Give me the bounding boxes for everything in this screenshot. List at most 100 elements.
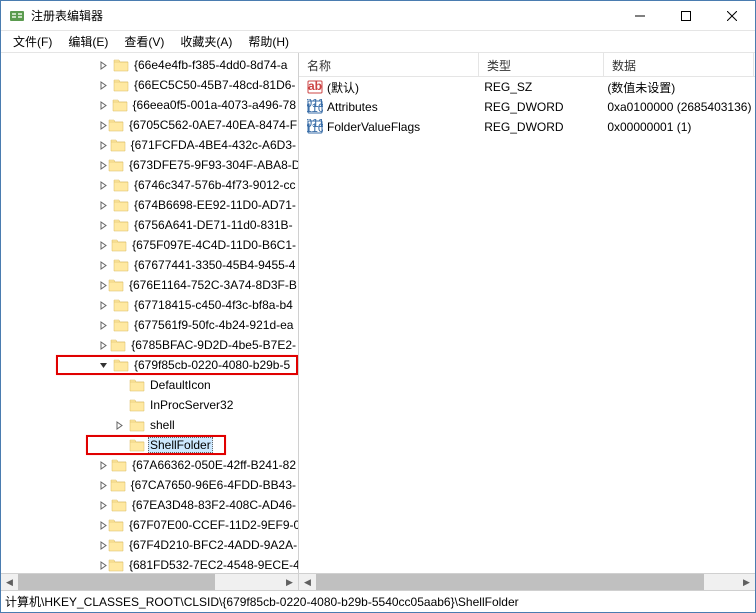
expand-icon[interactable] bbox=[99, 81, 113, 90]
expand-icon[interactable] bbox=[99, 501, 111, 510]
statusbar: 计算机\HKEY_CLASSES_ROOT\CLSID\{679f85cb-02… bbox=[1, 590, 755, 612]
collapse-icon[interactable] bbox=[99, 361, 113, 370]
tree-item[interactable]: {66EC5C50-45B7-48cd-81D6- bbox=[1, 75, 298, 95]
scroll-left-arrow[interactable]: ◀ bbox=[1, 574, 18, 590]
tree-item[interactable]: {679f85cb-0220-4080-b29b-5 bbox=[1, 355, 298, 375]
tree-item[interactable]: {67EA3D48-83F2-408C-AD46- bbox=[1, 495, 298, 515]
tree-item[interactable]: {671FCFDA-4BE4-432c-A6D3- bbox=[1, 135, 298, 155]
expand-icon[interactable] bbox=[99, 141, 110, 150]
tree-item[interactable]: {681FD532-7EC2-4548-9ECE-4 bbox=[1, 555, 298, 573]
content: {66e4e4fb-f385-4dd0-8d74-a {66EC5C50-45B7… bbox=[1, 53, 755, 590]
tree-item[interactable]: {67718415-c450-4f3c-bf8a-b4 bbox=[1, 295, 298, 315]
tree-item-label: {6705C562-0AE7-40EA-8474-F bbox=[127, 118, 298, 132]
tree-item-label: InProcServer32 bbox=[148, 398, 235, 412]
expand-icon[interactable] bbox=[99, 161, 108, 170]
tree-item[interactable]: {673DFE75-9F93-304F-ABA8-D bbox=[1, 155, 298, 175]
menu-favorites[interactable]: 收藏夹(A) bbox=[174, 31, 238, 52]
cell-type: REG_DWORD bbox=[480, 120, 603, 134]
cell-name: 011110FolderValueFlags bbox=[303, 119, 480, 135]
value-name-label: (默认) bbox=[327, 79, 359, 96]
tree-item[interactable]: {66e4e4fb-f385-4dd0-8d74-a bbox=[1, 55, 298, 75]
tree-item[interactable]: {676E1164-752C-3A74-8D3F-B bbox=[1, 275, 298, 295]
tree-item[interactable]: {67F4D210-BFC2-4ADD-9A2A- bbox=[1, 535, 298, 555]
app-icon bbox=[9, 8, 25, 24]
minimize-button[interactable] bbox=[617, 1, 663, 30]
menu-help[interactable]: 帮助(H) bbox=[242, 31, 295, 52]
list-body[interactable]: ab(默认)REG_SZ(数值未设置)011110AttributesREG_D… bbox=[299, 77, 755, 573]
expand-icon[interactable] bbox=[115, 421, 129, 430]
binary-value-icon: 011110 bbox=[307, 99, 323, 115]
tree-item[interactable]: {6705C562-0AE7-40EA-8474-F bbox=[1, 115, 298, 135]
column-data[interactable]: 数据 bbox=[604, 53, 754, 76]
folder-icon bbox=[110, 338, 126, 352]
tree-item-label: {6756A641-DE71-11d0-831B- bbox=[132, 218, 295, 232]
tree-item[interactable]: ShellFolder bbox=[1, 435, 298, 455]
tree-item[interactable]: {675F097E-4C4D-11D0-B6C1- bbox=[1, 235, 298, 255]
scroll-right-arrow[interactable]: ▶ bbox=[738, 574, 755, 590]
tree[interactable]: {66e4e4fb-f385-4dd0-8d74-a {66EC5C50-45B7… bbox=[1, 53, 298, 573]
expand-icon[interactable] bbox=[99, 301, 113, 310]
tree-item[interactable]: {67F07E00-CCEF-11D2-9EF9-0 bbox=[1, 515, 298, 535]
expand-icon[interactable] bbox=[99, 341, 110, 350]
expand-icon[interactable] bbox=[99, 261, 113, 270]
expand-icon[interactable] bbox=[99, 521, 108, 530]
expand-icon[interactable] bbox=[99, 481, 110, 490]
folder-icon bbox=[108, 158, 124, 172]
expand-icon[interactable] bbox=[99, 181, 113, 190]
tree-item[interactable]: DefaultIcon bbox=[1, 375, 298, 395]
tree-item[interactable]: {67A66362-050E-42ff-B241-82 bbox=[1, 455, 298, 475]
svg-text:110: 110 bbox=[307, 121, 323, 135]
expand-icon[interactable] bbox=[99, 61, 113, 70]
folder-icon bbox=[110, 138, 126, 152]
scroll-right-arrow[interactable]: ▶ bbox=[281, 574, 298, 590]
svg-text:ab: ab bbox=[308, 79, 322, 93]
expand-icon[interactable] bbox=[99, 201, 113, 210]
expand-icon[interactable] bbox=[99, 101, 112, 110]
column-type[interactable]: 类型 bbox=[479, 53, 604, 76]
menu-edit[interactable]: 编辑(E) bbox=[62, 31, 114, 52]
scroll-left-arrow[interactable]: ◀ bbox=[299, 574, 316, 590]
tree-item[interactable]: {6746c347-576b-4f73-9012-cc bbox=[1, 175, 298, 195]
scroll-thumb[interactable] bbox=[18, 574, 215, 590]
tree-item-label: {67EA3D48-83F2-408C-AD46- bbox=[130, 498, 298, 512]
expand-icon[interactable] bbox=[99, 461, 111, 470]
expand-icon[interactable] bbox=[99, 241, 111, 250]
tree-item[interactable]: {677561f9-50fc-4b24-921d-ea bbox=[1, 315, 298, 335]
maximize-button[interactable] bbox=[663, 1, 709, 30]
expand-icon[interactable] bbox=[99, 281, 108, 290]
tree-item[interactable]: {67677441-3350-45B4-9455-4 bbox=[1, 255, 298, 275]
list-horizontal-scrollbar[interactable]: ◀ ▶ bbox=[299, 573, 755, 590]
menu-file[interactable]: 文件(F) bbox=[7, 31, 58, 52]
tree-horizontal-scrollbar[interactable]: ◀ ▶ bbox=[1, 573, 298, 590]
close-button[interactable] bbox=[709, 1, 755, 30]
tree-item[interactable]: {674B6698-EE92-11D0-AD71- bbox=[1, 195, 298, 215]
tree-item[interactable]: {67CA7650-96E6-4FDD-BB43- bbox=[1, 475, 298, 495]
expand-icon[interactable] bbox=[99, 541, 108, 550]
folder-icon bbox=[108, 518, 124, 532]
tree-item-label: {6785BFAC-9D2D-4be5-B7E2- bbox=[129, 338, 298, 352]
list-row[interactable]: ab(默认)REG_SZ(数值未设置) bbox=[299, 77, 755, 97]
expand-icon[interactable] bbox=[99, 221, 113, 230]
tree-item[interactable]: shell bbox=[1, 415, 298, 435]
expand-icon[interactable] bbox=[99, 121, 108, 130]
expand-icon[interactable] bbox=[99, 321, 113, 330]
column-name[interactable]: 名称 bbox=[299, 53, 479, 76]
value-name-label: FolderValueFlags bbox=[327, 120, 420, 134]
menu-view[interactable]: 查看(V) bbox=[118, 31, 170, 52]
tree-item-label: {66EC5C50-45B7-48cd-81D6- bbox=[132, 78, 297, 92]
tree-item[interactable]: InProcServer32 bbox=[1, 395, 298, 415]
folder-icon bbox=[108, 278, 124, 292]
scroll-thumb[interactable] bbox=[316, 574, 704, 590]
tree-item-label: {67718415-c450-4f3c-bf8a-b4 bbox=[132, 298, 295, 312]
tree-item[interactable]: {6756A641-DE71-11d0-831B- bbox=[1, 215, 298, 235]
tree-item-label: {671FCFDA-4BE4-432c-A6D3- bbox=[129, 138, 298, 152]
tree-item[interactable]: {66eea0f5-001a-4073-a496-78 bbox=[1, 95, 298, 115]
cell-type: REG_DWORD bbox=[480, 100, 603, 114]
svg-text:110: 110 bbox=[307, 101, 323, 115]
expand-icon[interactable] bbox=[99, 561, 108, 570]
folder-icon bbox=[129, 378, 145, 392]
tree-item-label: {676E1164-752C-3A74-8D3F-B bbox=[127, 278, 298, 292]
list-row[interactable]: 011110AttributesREG_DWORD0xa0100000 (268… bbox=[299, 97, 755, 117]
tree-item[interactable]: {6785BFAC-9D2D-4be5-B7E2- bbox=[1, 335, 298, 355]
list-row[interactable]: 011110FolderValueFlagsREG_DWORD0x0000000… bbox=[299, 117, 755, 137]
